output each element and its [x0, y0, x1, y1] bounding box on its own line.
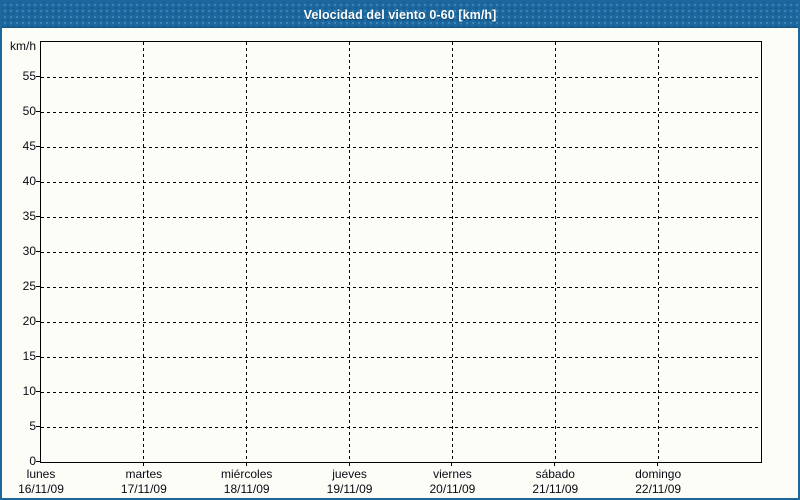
x-day-name: lunes — [26, 467, 56, 481]
x-tick-mark — [657, 462, 659, 466]
gridline-h — [41, 321, 761, 323]
y-tick-label: 45 — [22, 139, 36, 153]
y-axis-unit-label: km/h — [9, 39, 36, 53]
y-tick-mark — [36, 216, 40, 217]
x-day-date: 21/11/09 — [532, 482, 579, 496]
x-day-date: 16/11/09 — [18, 482, 64, 496]
y-tick-label: 20 — [22, 314, 36, 328]
gridline-h — [41, 391, 761, 393]
y-tick-mark — [36, 391, 40, 392]
x-day-label: miércoles 18/11/09 — [221, 467, 272, 497]
gridline-h — [41, 286, 761, 288]
x-day-name: miércoles — [221, 467, 273, 481]
y-tick-mark — [36, 146, 40, 147]
gridline-h — [41, 216, 761, 218]
title-bar: Velocidad del viento 0-60 [km/h] — [2, 2, 798, 28]
y-tick-mark — [36, 76, 40, 77]
gridline-v — [554, 42, 556, 462]
gridline-h — [41, 251, 761, 253]
y-tick-mark — [36, 286, 40, 287]
y-tick-mark — [36, 461, 40, 462]
x-day-name: sábado — [535, 467, 575, 481]
gridline-v — [246, 42, 248, 462]
y-tick-mark — [36, 181, 40, 182]
gridline-h — [41, 356, 761, 358]
x-day-label: lunes 16/11/09 — [18, 467, 64, 497]
y-tick-mark — [36, 356, 40, 357]
x-tick-mark — [142, 462, 144, 466]
x-day-date: 20/11/09 — [429, 482, 476, 496]
y-tick-label: 5 — [29, 419, 36, 433]
gridline-v — [657, 42, 659, 462]
gridline-h — [41, 146, 761, 148]
y-tick-label: 30 — [22, 244, 36, 258]
gridline-v — [349, 42, 351, 462]
y-tick-mark — [36, 251, 40, 252]
x-day-name: domingo — [635, 467, 682, 481]
x-day-name: jueves — [332, 467, 367, 481]
x-tick-mark — [348, 462, 350, 466]
y-tick-label: 50 — [22, 104, 36, 118]
y-tick-label: 10 — [22, 384, 36, 398]
y-tick-mark — [36, 426, 40, 427]
y-tick-label: 0 — [29, 454, 36, 468]
gridline-v — [451, 42, 453, 462]
x-tick-mark — [554, 462, 556, 466]
x-day-date: 22/11/09 — [635, 482, 682, 496]
x-day-label: martes 17/11/09 — [121, 467, 167, 497]
gridline-v — [143, 42, 145, 462]
x-day-name: viernes — [433, 467, 472, 481]
gridline-h — [41, 76, 761, 78]
y-tick-label: 55 — [22, 69, 36, 83]
x-day-label: jueves 19/11/09 — [327, 467, 373, 497]
gridline-h — [41, 181, 761, 183]
x-day-name: martes — [125, 467, 163, 481]
plot-area — [40, 41, 762, 463]
y-tick-label: 40 — [22, 174, 36, 188]
x-day-date: 18/11/09 — [223, 482, 270, 496]
x-day-label: sábado 21/11/09 — [532, 467, 578, 497]
x-day-date: 17/11/09 — [120, 482, 167, 496]
chart-window: Velocidad del viento 0-60 [km/h] km/h 0 5… — [0, 0, 800, 500]
x-day-date: 19/11/09 — [326, 482, 373, 496]
y-tick-label: 15 — [22, 349, 36, 363]
chart-title: Velocidad del viento 0-60 [km/h] — [303, 7, 497, 22]
y-tick-mark — [36, 321, 40, 322]
y-tick-mark — [36, 111, 40, 112]
x-day-label: domingo 22/11/09 — [635, 467, 681, 497]
x-day-label: viernes 20/11/09 — [430, 467, 476, 497]
gridline-h — [41, 426, 761, 428]
chart-area: km/h 0 5 10 15 20 25 30 35 40 45 50 55 lunes 16/11/09… — [2, 28, 798, 498]
x-tick-mark — [451, 462, 453, 466]
y-tick-label: 25 — [22, 279, 36, 293]
x-tick-mark — [245, 462, 247, 466]
y-tick-label: 35 — [22, 209, 36, 223]
gridline-h — [41, 111, 761, 113]
